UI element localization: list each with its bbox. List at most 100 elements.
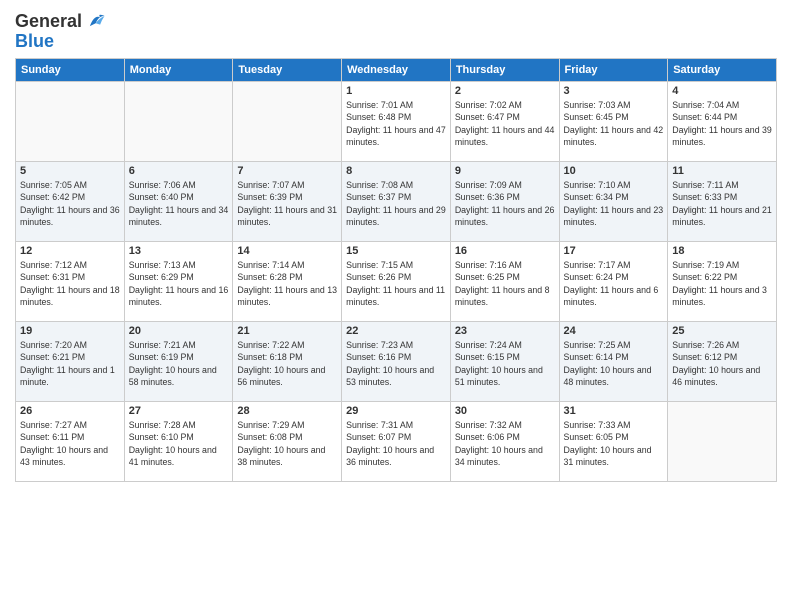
calendar-cell: 22 Sunrise: 7:23 AM Sunset: 6:16 PM Dayli… [342, 322, 451, 402]
day-number: 8 [346, 165, 446, 177]
calendar-cell: 30 Sunrise: 7:32 AM Sunset: 6:06 PM Dayli… [450, 402, 559, 482]
day-info: Sunrise: 7:14 AM Sunset: 6:28 PM Dayligh… [237, 259, 337, 308]
calendar-cell: 31Sunrise: 7:33 AM Sunset: 6:05 PM Dayli… [559, 402, 668, 482]
day-info: Sunrise: 7:10 AM Sunset: 6:34 PM Dayligh… [564, 179, 664, 228]
calendar-cell: 15Sunrise: 7:15 AM Sunset: 6:26 PM Dayli… [342, 242, 451, 322]
calendar-cell: 17 Sunrise: 7:17 AM Sunset: 6:24 PM Dayli… [559, 242, 668, 322]
day-info: Sunrise: 7:17 AM Sunset: 6:24 PM Dayligh… [564, 259, 664, 308]
day-number: 3 [564, 85, 664, 97]
day-number: 2 [455, 85, 555, 97]
calendar-week-row: 5Sunrise: 7:05 AM Sunset: 6:42 PM Daylig… [16, 162, 777, 242]
day-number: 10 [564, 165, 664, 177]
day-info: Sunrise: 7:08 AM Sunset: 6:37 PM Dayligh… [346, 179, 446, 228]
day-info: Sunrise: 7:24 AM Sunset: 6:15 PM Dayligh… [455, 339, 555, 388]
day-info: Sunrise: 7:09 AM Sunset: 6:36 PM Dayligh… [455, 179, 555, 228]
day-info: Sunrise: 7:13 AM Sunset: 6:29 PM Dayligh… [129, 259, 229, 308]
day-number: 13 [129, 245, 229, 257]
day-info: Sunrise: 7:21 AM Sunset: 6:19 PM Dayligh… [129, 339, 229, 388]
day-info: Sunrise: 7:31 AM Sunset: 6:07 PM Dayligh… [346, 419, 446, 468]
calendar-cell: 14 Sunrise: 7:14 AM Sunset: 6:28 PM Dayli… [233, 242, 342, 322]
weekday-header-row: SundayMondayTuesdayWednesdayThursdayFrid… [16, 59, 777, 82]
day-number: 20 [129, 325, 229, 337]
calendar-cell: 10 Sunrise: 7:10 AM Sunset: 6:34 PM Dayli… [559, 162, 668, 242]
calendar-table: SundayMondayTuesdayWednesdayThursdayFrid… [15, 58, 777, 482]
day-info: Sunrise: 7:02 AM Sunset: 6:47 PM Dayligh… [455, 99, 555, 148]
day-info: Sunrise: 7:04 AM Sunset: 6:44 PM Dayligh… [672, 99, 772, 148]
day-number: 7 [237, 165, 337, 177]
weekday-header-sunday: Sunday [16, 59, 125, 82]
weekday-header-tuesday: Tuesday [233, 59, 342, 82]
day-number: 28 [237, 405, 337, 417]
day-info: Sunrise: 7:03 AM Sunset: 6:45 PM Dayligh… [564, 99, 664, 148]
day-info: Sunrise: 7:32 AM Sunset: 6:06 PM Dayligh… [455, 419, 555, 468]
calendar-cell [124, 82, 233, 162]
day-info: Sunrise: 7:01 AM Sunset: 6:48 PM Dayligh… [346, 99, 446, 148]
day-number: 15 [346, 245, 446, 257]
day-number: 31 [564, 405, 664, 417]
logo: General Blue [15, 10, 106, 50]
logo-bird-icon [84, 10, 106, 32]
header: General Blue [15, 10, 777, 50]
calendar-cell [16, 82, 125, 162]
calendar-week-row: 26 Sunrise: 7:27 AM Sunset: 6:11 PM Dayli… [16, 402, 777, 482]
day-info: Sunrise: 7:27 AM Sunset: 6:11 PM Dayligh… [20, 419, 120, 468]
day-number: 18 [672, 245, 772, 257]
day-info: Sunrise: 7:05 AM Sunset: 6:42 PM Dayligh… [20, 179, 120, 228]
calendar-cell: 16 Sunrise: 7:16 AM Sunset: 6:25 PM Dayli… [450, 242, 559, 322]
day-info: Sunrise: 7:06 AM Sunset: 6:40 PM Dayligh… [129, 179, 229, 228]
calendar-cell: 20 Sunrise: 7:21 AM Sunset: 6:19 PM Dayli… [124, 322, 233, 402]
calendar-cell: 27Sunrise: 7:28 AM Sunset: 6:10 PM Dayli… [124, 402, 233, 482]
day-number: 26 [20, 405, 120, 417]
day-info: Sunrise: 7:07 AM Sunset: 6:39 PM Dayligh… [237, 179, 337, 228]
day-number: 9 [455, 165, 555, 177]
day-info: Sunrise: 7:26 AM Sunset: 6:12 PM Dayligh… [672, 339, 772, 388]
day-number: 17 [564, 245, 664, 257]
day-number: 16 [455, 245, 555, 257]
day-number: 27 [129, 405, 229, 417]
calendar-cell: 5Sunrise: 7:05 AM Sunset: 6:42 PM Daylig… [16, 162, 125, 242]
logo-container: General Blue [15, 10, 106, 50]
calendar-cell: 9 Sunrise: 7:09 AM Sunset: 6:36 PM Daylig… [450, 162, 559, 242]
day-info: Sunrise: 7:19 AM Sunset: 6:22 PM Dayligh… [672, 259, 772, 308]
calendar-cell: 23 Sunrise: 7:24 AM Sunset: 6:15 PM Dayli… [450, 322, 559, 402]
day-number: 12 [20, 245, 120, 257]
day-number: 24 [564, 325, 664, 337]
calendar-cell [668, 402, 777, 482]
day-number: 23 [455, 325, 555, 337]
calendar-cell: 29 Sunrise: 7:31 AM Sunset: 6:07 PM Dayli… [342, 402, 451, 482]
calendar-cell: 7 Sunrise: 7:07 AM Sunset: 6:39 PM Daylig… [233, 162, 342, 242]
day-info: Sunrise: 7:11 AM Sunset: 6:33 PM Dayligh… [672, 179, 772, 228]
calendar-cell: 13 Sunrise: 7:13 AM Sunset: 6:29 PM Dayli… [124, 242, 233, 322]
day-number: 30 [455, 405, 555, 417]
calendar-cell: 28Sunrise: 7:29 AM Sunset: 6:08 PM Dayli… [233, 402, 342, 482]
calendar-week-row: 19Sunrise: 7:20 AM Sunset: 6:21 PM Dayli… [16, 322, 777, 402]
calendar-cell: 1 Sunrise: 7:01 AM Sunset: 6:48 PM Daylig… [342, 82, 451, 162]
day-info: Sunrise: 7:12 AM Sunset: 6:31 PM Dayligh… [20, 259, 120, 308]
calendar-cell: 11 Sunrise: 7:11 AM Sunset: 6:33 PM Dayli… [668, 162, 777, 242]
day-number: 11 [672, 165, 772, 177]
day-number: 6 [129, 165, 229, 177]
day-info: Sunrise: 7:16 AM Sunset: 6:25 PM Dayligh… [455, 259, 555, 308]
calendar-cell: 25Sunrise: 7:26 AM Sunset: 6:12 PM Dayli… [668, 322, 777, 402]
logo-general: General [15, 12, 82, 30]
day-info: Sunrise: 7:22 AM Sunset: 6:18 PM Dayligh… [237, 339, 337, 388]
calendar-cell: 26 Sunrise: 7:27 AM Sunset: 6:11 PM Dayli… [16, 402, 125, 482]
logo-blue: Blue [15, 32, 106, 50]
calendar-cell: 8 Sunrise: 7:08 AM Sunset: 6:37 PM Daylig… [342, 162, 451, 242]
day-number: 29 [346, 405, 446, 417]
day-number: 22 [346, 325, 446, 337]
calendar-cell: 19Sunrise: 7:20 AM Sunset: 6:21 PM Dayli… [16, 322, 125, 402]
calendar-cell: 12 Sunrise: 7:12 AM Sunset: 6:31 PM Dayli… [16, 242, 125, 322]
weekday-header-wednesday: Wednesday [342, 59, 451, 82]
calendar-cell: 21Sunrise: 7:22 AM Sunset: 6:18 PM Dayli… [233, 322, 342, 402]
weekday-header-thursday: Thursday [450, 59, 559, 82]
page: General Blue SundayMondayTuesdayWednesda… [0, 0, 792, 612]
day-info: Sunrise: 7:23 AM Sunset: 6:16 PM Dayligh… [346, 339, 446, 388]
day-number: 4 [672, 85, 772, 97]
day-number: 14 [237, 245, 337, 257]
calendar-week-row: 12 Sunrise: 7:12 AM Sunset: 6:31 PM Dayli… [16, 242, 777, 322]
calendar-cell: 2 Sunrise: 7:02 AM Sunset: 6:47 PM Daylig… [450, 82, 559, 162]
calendar-cell: 18 Sunrise: 7:19 AM Sunset: 6:22 PM Dayli… [668, 242, 777, 322]
weekday-header-saturday: Saturday [668, 59, 777, 82]
day-number: 1 [346, 85, 446, 97]
